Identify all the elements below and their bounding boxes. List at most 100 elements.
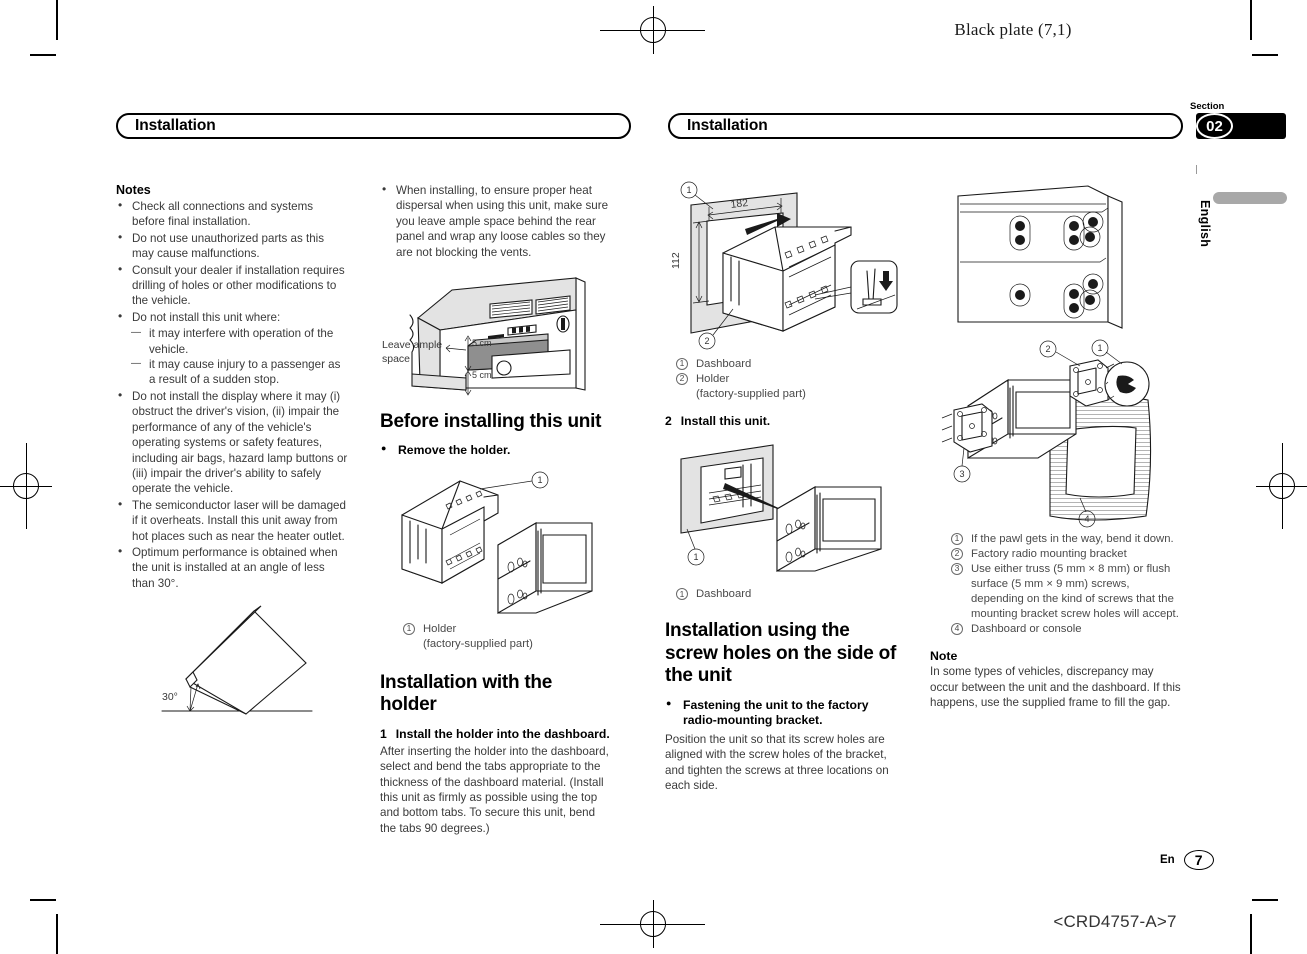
svg-text:4: 4 xyxy=(1084,514,1089,524)
step-1-body: After inserting the holder into the dash… xyxy=(380,744,609,835)
column-2: When installing, to ensure proper heat d… xyxy=(380,182,613,836)
heat-note-list: When installing, to ensure proper heat d… xyxy=(380,182,613,260)
running-head-right: Installation xyxy=(668,113,1183,139)
callout-text: Dashboard xyxy=(696,358,752,370)
notes-title: Notes xyxy=(116,183,151,197)
bracket-callouts: 1 If the pawl gets in the way, bend it d… xyxy=(950,532,1185,637)
section-label: Section xyxy=(1190,101,1225,112)
callout-number: 1 xyxy=(676,358,688,370)
holder-callouts: 1 Holder (factory-supplied part) xyxy=(402,622,613,652)
svg-text:30°: 30° xyxy=(162,691,178,703)
page-number: 7 xyxy=(1183,850,1214,870)
remove-holder-label: Remove the holder. xyxy=(380,443,613,458)
callout-number: 1 xyxy=(403,622,415,635)
document-code: <CRD4757-A>7 xyxy=(1053,912,1177,931)
callout-item: 1 Holder (factory-supplied part) xyxy=(402,622,613,652)
svg-text:5 cm: 5 cm xyxy=(472,370,492,380)
registration-mark-left xyxy=(0,443,52,529)
callout-item: 4 Dashboard or console xyxy=(950,622,1185,637)
crop-mark-bottom-left-v xyxy=(56,914,58,954)
note-subitem: it may interfere with operation of the v… xyxy=(131,326,349,357)
figure-mounting-angle: 30° xyxy=(160,601,349,726)
svg-text:space: space xyxy=(382,353,410,365)
note-item: Consult your dealer if installation requ… xyxy=(116,262,349,309)
crop-mark-top-right-h xyxy=(1252,54,1278,56)
figure-mounting-bracket-plate xyxy=(930,182,1185,332)
callout-item: 2 Holder (factory-supplied part) xyxy=(675,372,898,402)
notes-list: Check all connections and systems before… xyxy=(116,198,349,591)
installation-with-holder-heading: Installation with the holder xyxy=(380,671,553,716)
svg-text:1: 1 xyxy=(537,475,542,485)
fastening-body: Position the unit so that its screw hole… xyxy=(665,733,889,793)
svg-text:1: 1 xyxy=(693,552,698,562)
callout-item: 2 Factory radio mounting bracket xyxy=(950,547,1185,562)
callout-text: Use either truss (5 mm × 8 mm) or flush … xyxy=(971,563,1179,621)
callout-number: 1 xyxy=(951,533,963,545)
callout-text: Dashboard or console xyxy=(971,623,1082,636)
crop-mark-bottom-left-h xyxy=(30,899,56,901)
svg-text:1: 1 xyxy=(686,185,691,195)
note-item: Optimum performance is obtained when the… xyxy=(116,544,349,591)
note-item: Do not use unauthorized parts as this ma… xyxy=(116,230,349,262)
language-tab-label: English xyxy=(1198,200,1212,248)
svg-text:5 cm: 5 cm xyxy=(472,338,492,348)
callout-number: 4 xyxy=(951,623,963,636)
svg-text:2: 2 xyxy=(704,336,709,346)
note-body: In some types of vehicles, discrepancy m… xyxy=(930,665,1181,709)
svg-text:1: 1 xyxy=(1097,343,1102,353)
registration-mark-bottom xyxy=(600,900,705,948)
black-plate-label: Black plate (7,1) xyxy=(954,20,1072,39)
callout-number: 3 xyxy=(951,563,963,576)
svg-text:Leave ample: Leave ample xyxy=(382,339,442,351)
callout-item: 1 Dashboard xyxy=(675,357,898,372)
page-number-group: En 7 xyxy=(1160,850,1214,870)
callout-item: 1 Dashboard xyxy=(675,587,898,602)
running-head-left-text: Installation xyxy=(135,117,216,134)
before-installing-heading: Before installing this unit xyxy=(380,411,602,433)
note-item: Do not install the display where it may … xyxy=(116,388,349,497)
step-1-number: 1 xyxy=(380,726,387,741)
callout-number: 2 xyxy=(676,373,688,386)
crop-mark-top-left-v xyxy=(56,0,58,40)
dashboard-holder-callouts: 1 Dashboard 2 Holder (factory-supplied p… xyxy=(675,357,898,402)
fastening-title: Fastening the unit to the factory radio-… xyxy=(665,698,898,729)
screw-holes-heading: Installation using the screw holes on th… xyxy=(665,620,897,687)
column-1: Notes Check all connections and systems … xyxy=(116,183,349,726)
callout-text: Holder xyxy=(423,622,457,635)
note-item: The semiconductor laser will be damaged … xyxy=(116,497,349,544)
svg-text:112: 112 xyxy=(670,252,682,269)
figure-remove-holder: 1 xyxy=(380,463,613,618)
figure-bracket-assembly: 1 2 3 4 xyxy=(930,338,1185,528)
running-head-right-text: Installation xyxy=(687,117,768,134)
callout-text: Holder xyxy=(696,373,730,386)
margin-tick xyxy=(1196,165,1197,174)
callout-item: 1 If the pawl gets in the way, bend it d… xyxy=(950,532,1185,547)
install-unit-callouts: 1 Dashboard xyxy=(675,587,898,602)
column-4: 1 2 3 4 1 If the pawl gets in the way, b… xyxy=(930,183,1185,710)
callout-number: 2 xyxy=(951,548,963,561)
callout-text: Factory radio mounting bracket xyxy=(971,548,1127,561)
crop-mark-top-right-v xyxy=(1250,0,1252,40)
running-head-left: Installation xyxy=(116,113,631,139)
note-item: Check all connections and systems before… xyxy=(116,198,349,230)
note-item: Do not install this unit where: it may i… xyxy=(116,309,349,388)
callout-subtext: (factory-supplied part) xyxy=(423,637,533,650)
section-number: 02 xyxy=(1196,113,1233,139)
heat-note-item: When installing, to ensure proper heat d… xyxy=(380,182,613,260)
step-1: 1 Install the holder into the dashboard. xyxy=(380,727,613,742)
figure-dashboard-clearance: 5 cm 5 cm Leave ample space xyxy=(380,270,613,396)
registration-mark-top xyxy=(600,6,705,54)
step-2-title: Install this unit. xyxy=(680,414,771,429)
note-sublist: it may interfere with operation of the v… xyxy=(131,326,349,388)
manual-page: Black plate (7,1) <CRD4757-A>7 Installat… xyxy=(0,0,1307,954)
figure-install-unit: 1 xyxy=(665,437,898,585)
callout-item: 3 Use either truss (5 mm × 8 mm) or flus… xyxy=(950,562,1185,622)
callout-number: 1 xyxy=(676,588,688,601)
note-title: Note xyxy=(930,649,958,664)
svg-text:182: 182 xyxy=(730,197,749,211)
language-tab-bar xyxy=(1213,192,1287,204)
language-code: En xyxy=(1160,854,1175,866)
figure-holder-into-dashboard: 182 112 1 2 xyxy=(665,181,898,351)
note-subitem: it may cause injury to a passenger as a … xyxy=(131,357,349,388)
registration-mark-right xyxy=(1256,443,1307,529)
